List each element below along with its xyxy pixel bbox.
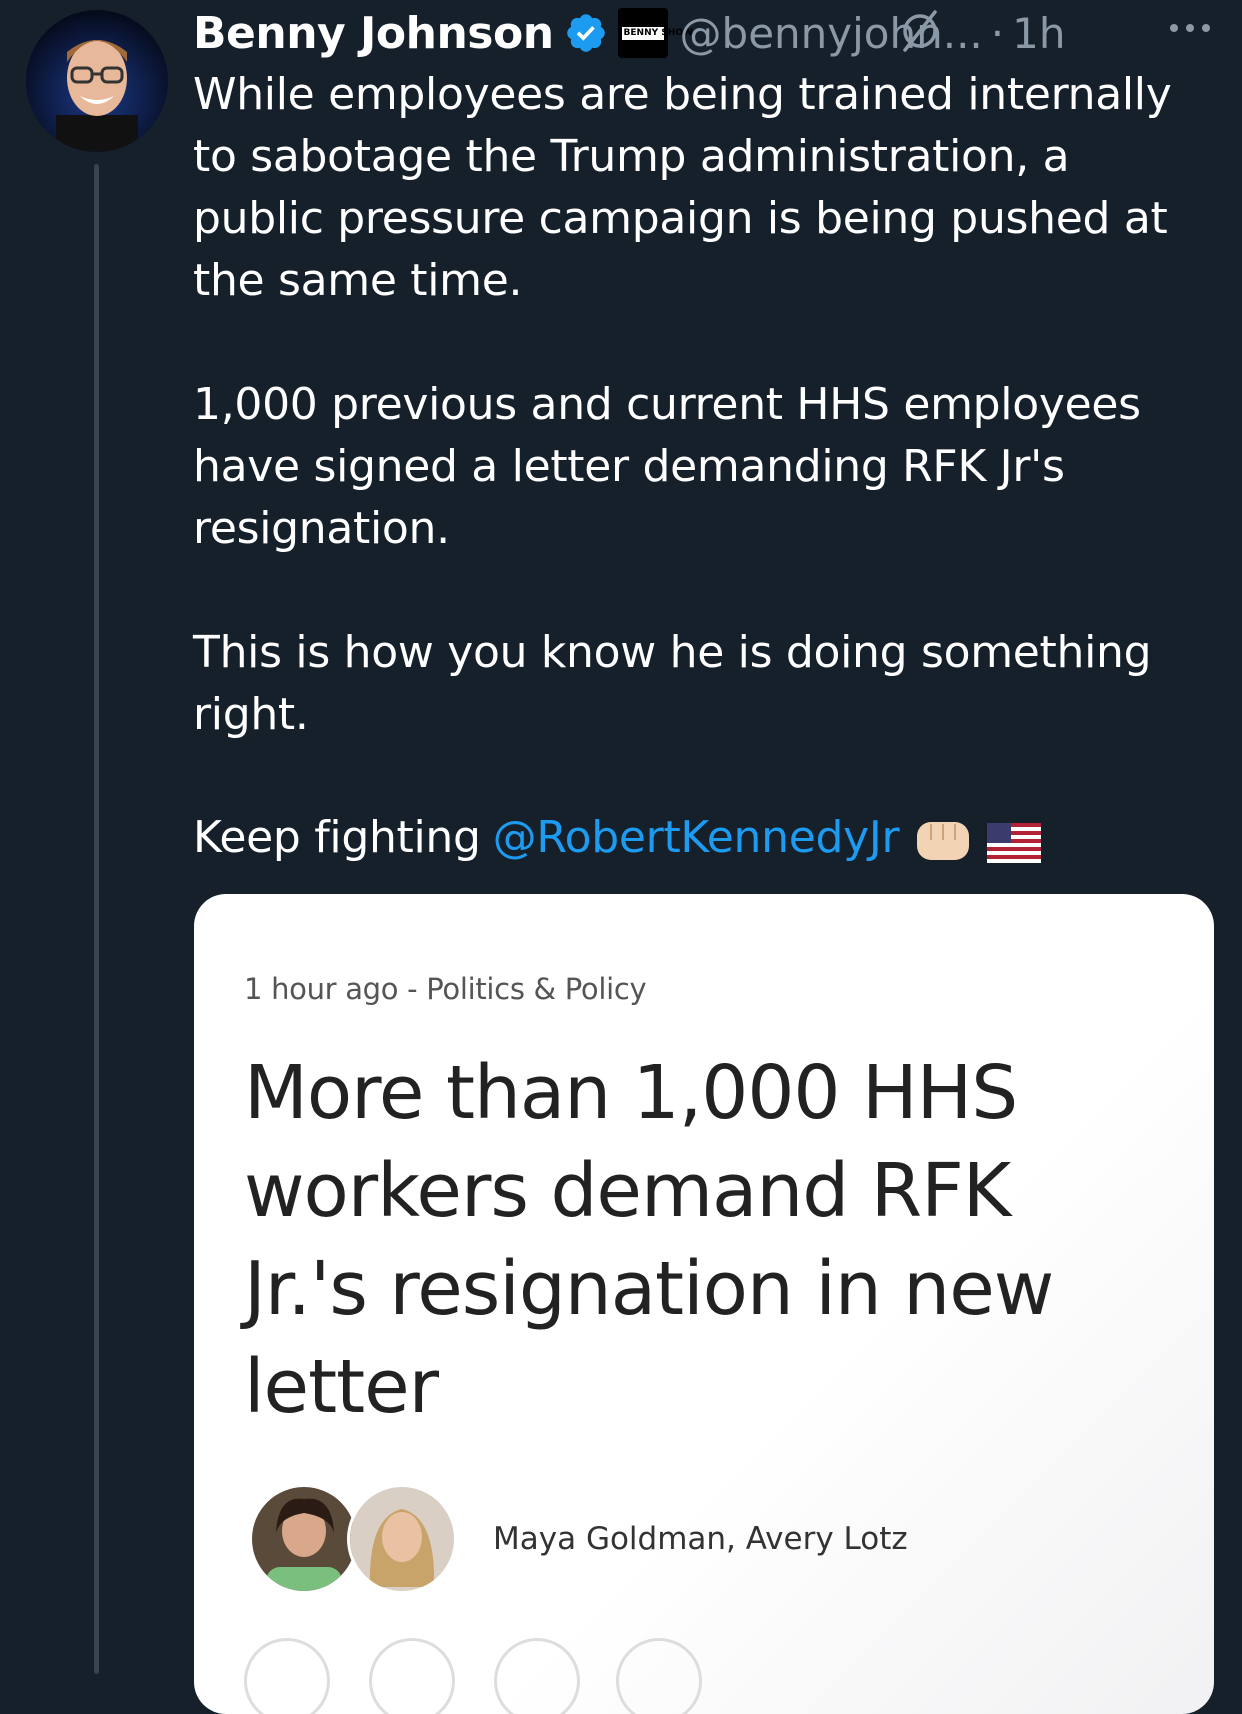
author-avatar <box>347 1484 457 1594</box>
us-flag-emoji-icon <box>987 818 1042 863</box>
tweet-header: Benny Johnson BENNY SHOW @bennyjohn... ·… <box>193 4 1233 62</box>
avatar[interactable] <box>26 10 168 152</box>
share-icon[interactable] <box>244 1638 330 1714</box>
affiliate-badge[interactable]: BENNY SHOW <box>617 8 693 58</box>
share-icon[interactable] <box>369 1638 455 1714</box>
tweet-paragraph-4-prefix: Keep fighting <box>193 812 481 863</box>
more-options-icon[interactable] <box>1160 0 1220 56</box>
tweet-paragraph-2: 1,000 previous and current HHS employees… <box>193 379 1141 554</box>
verified-badge-icon[interactable] <box>564 11 608 55</box>
display-name[interactable]: Benny Johnson <box>193 8 554 59</box>
card-headline[interactable]: More than 1,000 HHS workers demand RFK J… <box>244 1044 1164 1436</box>
card-meta: 1 hour ago - Politics & Policy <box>244 972 647 1006</box>
link-card[interactable]: 1 hour ago - Politics & Policy More than… <box>194 894 1214 1714</box>
tweet-paragraph-3: This is how you know he is doing somethi… <box>193 627 1152 740</box>
tweet-paragraph-1: While employees are being trained intern… <box>193 69 1172 306</box>
share-icon[interactable] <box>616 1638 702 1714</box>
fist-emoji-icon <box>913 812 973 864</box>
card-authors: Maya Goldman, Avery Lotz <box>249 1484 908 1594</box>
share-icon[interactable] <box>494 1638 580 1714</box>
timestamp[interactable]: 1h <box>1012 9 1065 58</box>
separator-dot: · <box>990 8 1005 58</box>
grok-icon[interactable] <box>895 6 945 56</box>
author-names: Maya Goldman, Avery Lotz <box>493 1521 908 1557</box>
author-avatar <box>249 1484 359 1594</box>
tweet-paragraph-4: Keep fighting @RobertKennedyJr <box>193 807 1203 869</box>
affiliate-badge-text: BENNY SHOW <box>621 26 693 40</box>
thread-line <box>94 164 99 1674</box>
mention-link[interactable]: @RobertKennedyJr <box>493 807 900 869</box>
